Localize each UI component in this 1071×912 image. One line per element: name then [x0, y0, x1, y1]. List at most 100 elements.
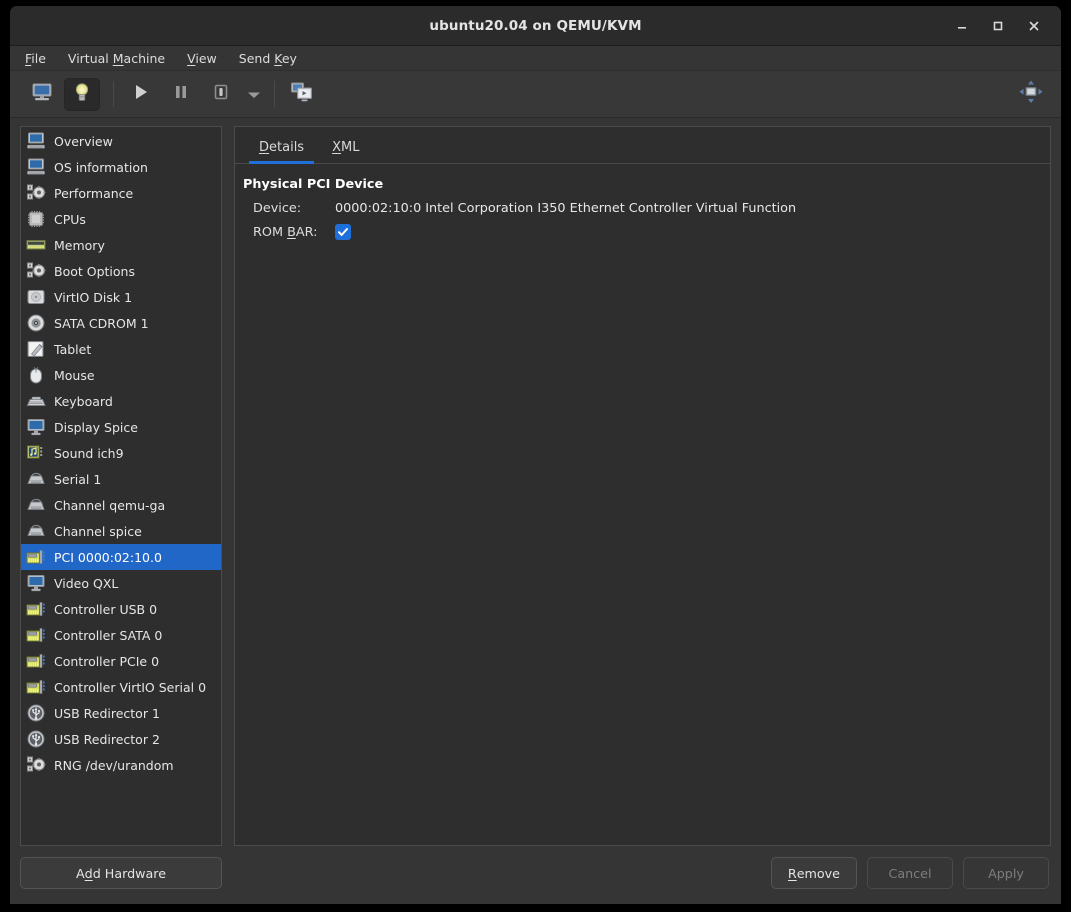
tabstrip: Details XML — [235, 127, 1050, 164]
sidebar-item-label: USB Redirector 1 — [54, 705, 160, 721]
sidebar-item-controller-pcie-0[interactable]: Controller PCIe 0 — [21, 648, 221, 674]
show-console-view-button[interactable] — [24, 78, 60, 111]
serial-port-icon — [27, 498, 45, 510]
device-label: Device: — [253, 201, 302, 216]
detail-panel: Details XML Physical PCI Device Device: … — [234, 126, 1051, 846]
maximize-button[interactable] — [985, 13, 1011, 39]
sidebar-item-label: Video QXL — [54, 575, 119, 591]
tab-xml[interactable]: XML — [318, 140, 373, 163]
remove-button[interactable]: Remove — [770, 857, 857, 889]
toolbar — [10, 71, 1061, 118]
menu-file[interactable]: File — [24, 49, 47, 68]
menubar: File Virtual Machine View Send Key — [10, 46, 1061, 71]
keyboard-icon — [26, 396, 46, 406]
menu-send-key[interactable]: Send Key — [238, 49, 298, 68]
gears-icon — [27, 262, 46, 278]
sidebar-item-cpus[interactable]: CPUs — [21, 206, 221, 232]
sidebar-item-channel-spice[interactable]: Channel spice — [21, 518, 221, 544]
sidebar-item-label: Controller SATA 0 — [54, 627, 163, 643]
hardware-list[interactable]: Overview OS information Performance CPUs Mem… — [21, 127, 221, 778]
sidebar-item-serial-1[interactable]: Serial 1 — [21, 466, 221, 492]
tablet-icon — [27, 341, 44, 357]
lightbulb-icon — [71, 81, 93, 107]
display-icon — [27, 419, 45, 436]
serial-port-icon — [27, 472, 45, 484]
sidebar-item-label: Controller PCIe 0 — [54, 653, 160, 669]
sidebar-item-label: Tablet — [54, 341, 92, 357]
sidebar-item-tablet[interactable]: Tablet — [21, 336, 221, 362]
memory-stick-icon — [26, 240, 46, 250]
section-title: Physical PCI Device — [243, 177, 384, 192]
close-button[interactable] — [1021, 13, 1047, 39]
sidebar-item-overview[interactable]: Overview — [21, 128, 221, 154]
sidebar-item-os-information[interactable]: OS information — [21, 154, 221, 180]
sidebar-item-label: Channel spice — [54, 523, 142, 539]
detail-body: Physical PCI Device Device: 0000:02:10:0… — [235, 164, 1050, 845]
run-vm-button[interactable] — [123, 78, 159, 111]
resize-arrows-icon — [1018, 79, 1044, 109]
device-value: 0000:02:10:0 Intel Corporation I350 Ethe… — [335, 201, 797, 216]
sidebar-item-memory[interactable]: Memory — [21, 232, 221, 258]
sidebar-item-keyboard[interactable]: Keyboard — [21, 388, 221, 414]
sidebar-item-performance[interactable]: Performance — [21, 180, 221, 206]
apply-button[interactable]: Apply — [963, 857, 1049, 889]
sidebar-item-sata-cdrom-1[interactable]: SATA CDROM 1 — [21, 310, 221, 336]
toolbar-separator-1 — [113, 81, 114, 107]
manage-snapshots-button[interactable] — [284, 78, 320, 111]
sidebar-item-usb-redirector-1[interactable]: USB Redirector 1 — [21, 700, 221, 726]
tab-details[interactable]: Details — [245, 140, 318, 164]
cancel-button[interactable]: Cancel — [867, 857, 953, 889]
sidebar-item-label: Boot Options — [54, 263, 135, 279]
pci-card-icon — [26, 654, 45, 668]
sidebar-item-mouse[interactable]: Mouse — [21, 362, 221, 388]
sidebar-item-label: Controller USB 0 — [54, 601, 158, 617]
sidebar-item-label: Overview — [54, 133, 113, 149]
window-title: ubuntu20.04 on QEMU/KVM — [429, 17, 642, 34]
content-area: Overview OS information Performance CPUs Mem… — [10, 118, 1061, 846]
sidebar-item-sound-ich9[interactable]: Sound ich9 — [21, 440, 221, 466]
sidebar-item-label: OS information — [54, 159, 148, 175]
sidebar-item-label: Performance — [54, 185, 134, 201]
sidebar-item-display-spice[interactable]: Display Spice — [21, 414, 221, 440]
shutdown-vm-button[interactable] — [203, 78, 239, 111]
virt-manager-window: ubuntu20.04 on QEMU/KVM File Virtual Mac… — [10, 6, 1061, 904]
resize-to-vm-button[interactable] — [1013, 78, 1049, 111]
mouse-icon — [30, 367, 42, 384]
minimize-button[interactable] — [949, 13, 975, 39]
sidebar-item-virtio-disk-1[interactable]: VirtIO Disk 1 — [21, 284, 221, 310]
cdrom-icon — [27, 314, 45, 332]
harddisk-icon — [27, 290, 45, 304]
sidebar-item-usb-redirector-2[interactable]: USB Redirector 2 — [21, 726, 221, 752]
sidebar-item-video-qxl[interactable]: Video QXL — [21, 570, 221, 596]
sidebar-item-pci-0000-02-10-0[interactable]: PCI 0000:02:10.0 — [21, 544, 221, 570]
add-hardware-button[interactable]: Add Hardware — [20, 857, 222, 889]
pci-card-icon — [26, 628, 45, 642]
sidebar-item-controller-usb-0[interactable]: Controller USB 0 — [21, 596, 221, 622]
sound-icon — [27, 445, 43, 459]
computer-icon — [27, 132, 45, 149]
sidebar-item-rng-dev-urandom[interactable]: RNG /dev/urandom — [21, 752, 221, 778]
pause-vm-button[interactable] — [163, 78, 199, 111]
sidebar-item-label: RNG /dev/urandom — [54, 757, 174, 773]
pci-card-icon — [26, 680, 45, 694]
sidebar-item-boot-options[interactable]: Boot Options — [21, 258, 221, 284]
cpu-chip-icon — [28, 211, 44, 227]
menu-virtual-machine[interactable]: Virtual Machine — [67, 49, 166, 68]
sidebar-item-channel-qemu-ga[interactable]: Channel qemu-ga — [21, 492, 221, 518]
menu-view[interactable]: View — [186, 49, 218, 68]
chevron-down-icon — [247, 85, 261, 104]
sidebar-item-controller-sata-0[interactable]: Controller SATA 0 — [21, 622, 221, 648]
sidebar-item-label: Channel qemu-ga — [54, 497, 166, 513]
rombar-checkbox[interactable] — [335, 224, 351, 240]
sidebar-item-controller-virtio-serial-0[interactable]: Controller VirtIO Serial 0 — [21, 674, 221, 700]
titlebar: ubuntu20.04 on QEMU/KVM — [10, 6, 1061, 46]
sidebar-item-label: Sound ich9 — [54, 445, 124, 461]
toolbar-separator-2 — [274, 81, 275, 107]
pause-icon — [171, 82, 191, 106]
shutdown-options-dropdown[interactable] — [243, 78, 265, 111]
sidebar-item-label: Keyboard — [54, 393, 113, 409]
show-hardware-details-button[interactable] — [64, 77, 100, 111]
sidebar-item-label: SATA CDROM 1 — [54, 315, 149, 331]
sidebar-item-label: CPUs — [54, 211, 86, 227]
sidebar-item-label: Serial 1 — [54, 471, 102, 487]
